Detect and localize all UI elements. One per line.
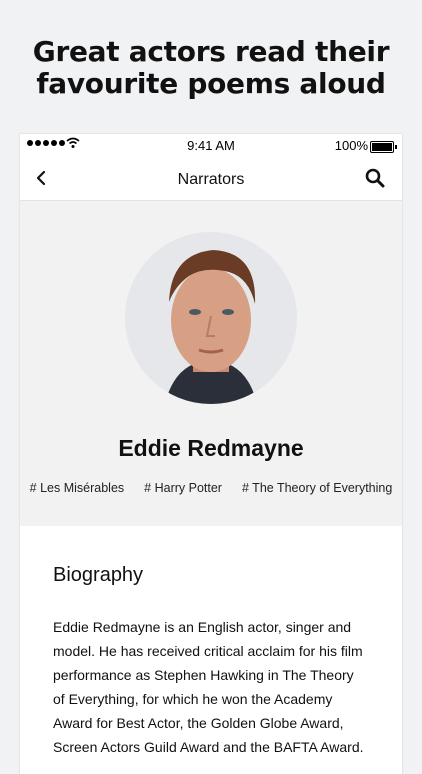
battery-percentage: 100% (334, 138, 368, 153)
tag-theory-of-everything[interactable]: # The Theory of Everything (242, 481, 392, 495)
tag-les-miserables[interactable]: # Les Misérables (30, 481, 125, 495)
nav-title: Narrators (177, 171, 245, 188)
battery-icon (370, 141, 397, 153)
biography-section: Biography Eddie Redmayne is an English a… (20, 526, 402, 759)
status-bar: 9:41 AM 100% (20, 134, 402, 158)
narrator-profile: Eddie Redmayne # Les Misérables # Harry … (20, 201, 402, 526)
film-tags: # Les Misérables # Harry Potter # The Th… (20, 481, 402, 495)
biography-text: Eddie Redmayne is an English actor, sing… (53, 619, 364, 755)
navigation-bar: Narrators (20, 158, 402, 201)
promo-title: Great actors read their favourite poems … (0, 36, 422, 100)
tag-harry-potter[interactable]: # Harry Potter (144, 481, 222, 495)
narrator-name: Eddie Redmayne (118, 435, 304, 461)
phone-screen: 9:41 AM 100% Narrators Eddie Redmayne # … (20, 134, 402, 774)
promo-title-line-1: Great actors read their (32, 35, 390, 68)
biography-heading: Biography (53, 564, 144, 586)
promo-title-line-2: favourite poems aloud (36, 67, 386, 100)
avatar (125, 232, 297, 404)
search-icon[interactable] (364, 167, 386, 189)
